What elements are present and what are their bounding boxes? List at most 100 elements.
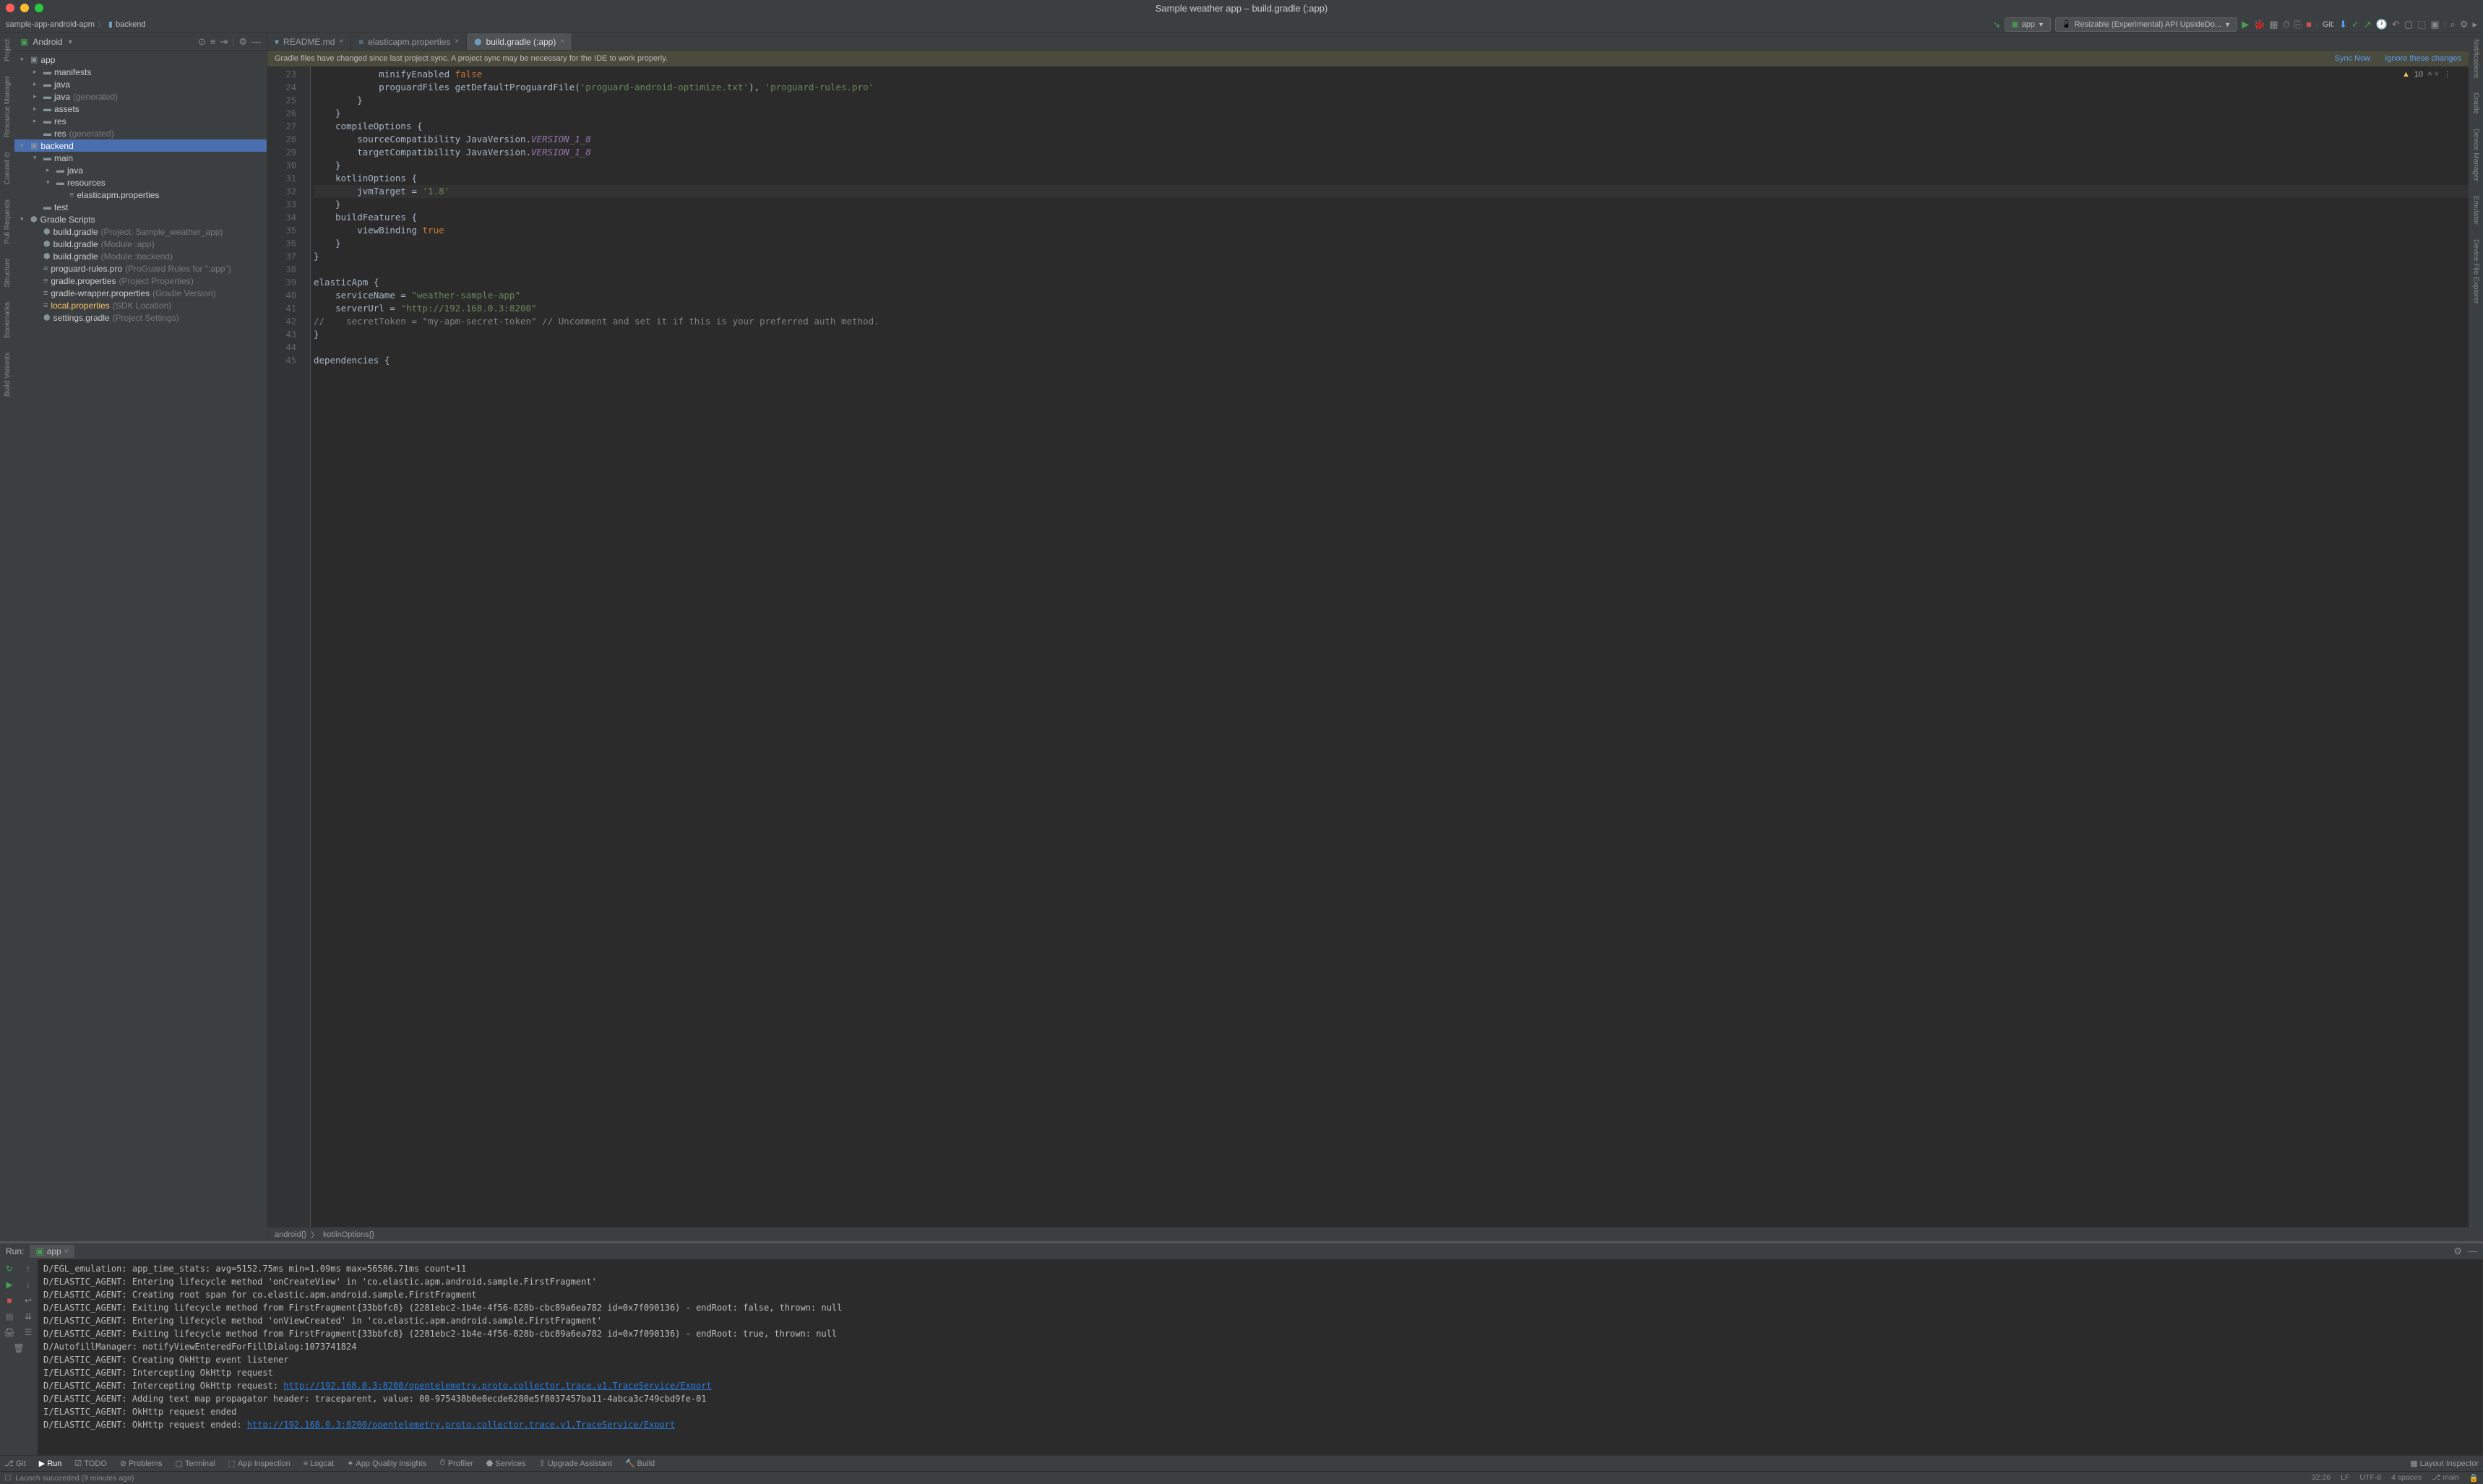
tool-profiler[interactable]: ⏱ Profiler [439,1459,473,1468]
gear-icon[interactable]: ⚙ [238,36,247,48]
device-dropdown[interactable]: 📱 Resizable (Experimental) API UpsideDo.… [2055,17,2237,32]
git-commit-icon[interactable]: ✓ [2351,19,2359,30]
maximize-window[interactable] [35,4,43,12]
device-ic[interactable]: ▣ [2430,19,2439,30]
run-icon[interactable]: ▶ [3,1278,16,1291]
git-branch[interactable]: ⎇ main [2432,1473,2459,1483]
stop-button[interactable]: ■ [2306,19,2312,30]
tool-run[interactable]: ▶ Run [39,1459,62,1468]
rail-commit[interactable]: Commit ⊙ [4,152,12,185]
line-gutter[interactable]: 2324252627282930313233343536373839404142… [267,66,302,1227]
down-icon[interactable]: ↓ [22,1278,35,1291]
up-icon[interactable]: ↑ [22,1262,35,1275]
editor-tab[interactable]: ⬢ build.gradle (:app) × [467,33,572,50]
wrap-icon[interactable]: ↩ [22,1294,35,1307]
run-hide-icon[interactable]: — [2468,1246,2477,1257]
tree-item[interactable]: ▸▬ java (generated) [14,90,267,103]
print-icon[interactable]: 🖨 [3,1326,16,1339]
run-button[interactable]: ▶ [2242,19,2249,30]
run-tab[interactable]: ▣ app × [30,1245,74,1258]
rail-emulator[interactable]: Emulator [2472,196,2480,225]
close-window[interactable] [6,4,14,12]
tool-services[interactable]: ⬣ Services [486,1459,526,1468]
sidebar-mode[interactable]: Android [33,37,62,47]
tree-item[interactable]: ▾▣ backend [14,139,267,152]
tree-item[interactable]: ▬ res (generated) [14,127,267,139]
tree-item[interactable]: ≡ gradle.properties (Project Properties) [14,275,267,287]
expand-icon[interactable]: ≡ [210,36,216,47]
line-ending[interactable]: LF [2341,1473,2349,1483]
tree-item[interactable]: ▸▬ java [14,78,267,90]
minimize-window[interactable] [20,4,29,12]
tree-item[interactable]: ▾▬ main [14,152,267,164]
rail-device-manager[interactable]: Device Manager [2472,129,2480,181]
rail-pull-requests[interactable]: Pull Requests [4,199,12,244]
rerun-icon[interactable]: ↻ [3,1262,16,1275]
tool-layout-inspector[interactable]: ▦ Layout Inspector [2410,1459,2479,1468]
settings-icon[interactable]: ⚙ [2460,19,2469,30]
tree-item[interactable]: ▸▬ java [14,164,267,176]
tree-item[interactable]: ▾⬢ Gradle Scripts [14,213,267,225]
rail-structure[interactable]: Structure [4,258,12,288]
hide-icon[interactable]: — [251,36,261,47]
sdk-icon[interactable]: ⬚ [2417,19,2426,30]
sync-now-link[interactable]: Sync Now [2335,54,2371,63]
encoding[interactable]: UTF-8 [2359,1473,2381,1483]
rail-device-explorer[interactable]: Device File Explorer [2472,239,2480,303]
tool-appinspection[interactable]: ⬚ App Inspection [228,1459,291,1468]
tool-aqi[interactable]: ✦ App Quality Insights [347,1459,426,1468]
revert-icon[interactable]: ↶ [2392,19,2400,30]
breadcrumb-item[interactable]: backend [116,20,146,29]
trash-icon[interactable]: 🗑 [12,1342,25,1355]
tool-build[interactable]: 🔨 Build [625,1459,655,1468]
tree-item[interactable]: ▸▬ assets [14,103,267,115]
sync-icon[interactable]: ↘ [1992,19,2000,30]
ignore-changes-link[interactable]: Ignore these changes [2385,54,2461,63]
rail-bookmarks[interactable]: Bookmarks [4,302,12,338]
code-editor[interactable]: minifyEnabled false proguardFiles getDef… [311,66,2469,1227]
rail-notifications[interactable]: Notifications [2472,39,2480,78]
tree-item[interactable]: ⬢ build.gradle (Module :app) [14,238,267,250]
window-manager-icon[interactable]: ☐ [4,1474,11,1483]
tree-item[interactable]: ▾▣ app [14,53,267,66]
collapse-icon[interactable]: ⇥ [220,36,228,48]
indent[interactable]: 4 spaces [2391,1473,2422,1483]
git-update-icon[interactable]: ⬇ [2339,19,2347,30]
rail-project[interactable]: Project [4,39,12,61]
actions-icon[interactable]: ▸ [2472,19,2477,30]
tool-problems[interactable]: ⊘ Problems [120,1459,163,1468]
tree-item[interactable]: ▸▬ res [14,115,267,127]
project-tree[interactable]: ▾▣ app▸▬ manifests▸▬ java▸▬ java (genera… [14,51,267,1241]
avd-icon[interactable]: ▢ [2404,19,2413,30]
git-push-icon[interactable]: ↗ [2364,19,2372,30]
layout-icon[interactable]: ▦ [3,1310,16,1323]
debug-button[interactable]: 🐞 [2253,19,2265,30]
editor-tab[interactable]: ≡ elasticapm.properties × [351,33,467,50]
rail-gradle[interactable]: Gradle [2472,92,2480,114]
tree-item[interactable]: ≡ proguard-rules.pro (ProGuard Rules for… [14,262,267,275]
filter-icon[interactable]: ☰ [22,1326,35,1339]
run-config-dropdown[interactable]: ▣ app ▼ [2005,17,2051,32]
profile-icon[interactable]: ⏱ [2283,19,2290,30]
tree-item[interactable]: ⬢ settings.gradle (Project Settings) [14,311,267,324]
select-opened-icon[interactable]: ⊙ [198,36,206,48]
tree-item[interactable]: ⬢ build.gradle (Project: Sample_weather_… [14,225,267,238]
scroll-icon[interactable]: ⇊ [22,1310,35,1323]
tree-item[interactable]: ⬢ build.gradle (Module :backend) [14,250,267,262]
tree-item[interactable]: ▸▬ manifests [14,66,267,78]
editor-tab[interactable]: ▾ README.md × [267,33,351,50]
search-icon[interactable]: ⌕ [2450,19,2456,30]
tree-item[interactable]: ▾▬ resources [14,176,267,189]
breadcrumb-item[interactable]: sample-app-android-apm [6,20,95,29]
lock-icon[interactable]: 🔒 [2469,1473,2479,1483]
rail-resource-manager[interactable]: Resource Manager [4,76,12,137]
editor-breadcrumb[interactable]: android{} 〉 kotlinOptions{} [267,1227,2469,1241]
tool-logcat[interactable]: ≡ Logcat [304,1459,334,1468]
caret-position[interactable]: 32:26 [2312,1473,2331,1483]
run-output[interactable]: D/EGL_emulation: app_time_stats: avg=515… [38,1259,2483,1455]
run-settings-icon[interactable]: ⚙ [2453,1246,2462,1257]
tree-item[interactable]: ≡ elasticapm.properties [14,189,267,201]
tree-item[interactable]: ≡ gradle-wrapper.properties (Gradle Vers… [14,287,267,299]
fold-column[interactable] [302,66,311,1227]
breadcrumb[interactable]: sample-app-android-apm 〉 ▮ backend [6,19,146,30]
